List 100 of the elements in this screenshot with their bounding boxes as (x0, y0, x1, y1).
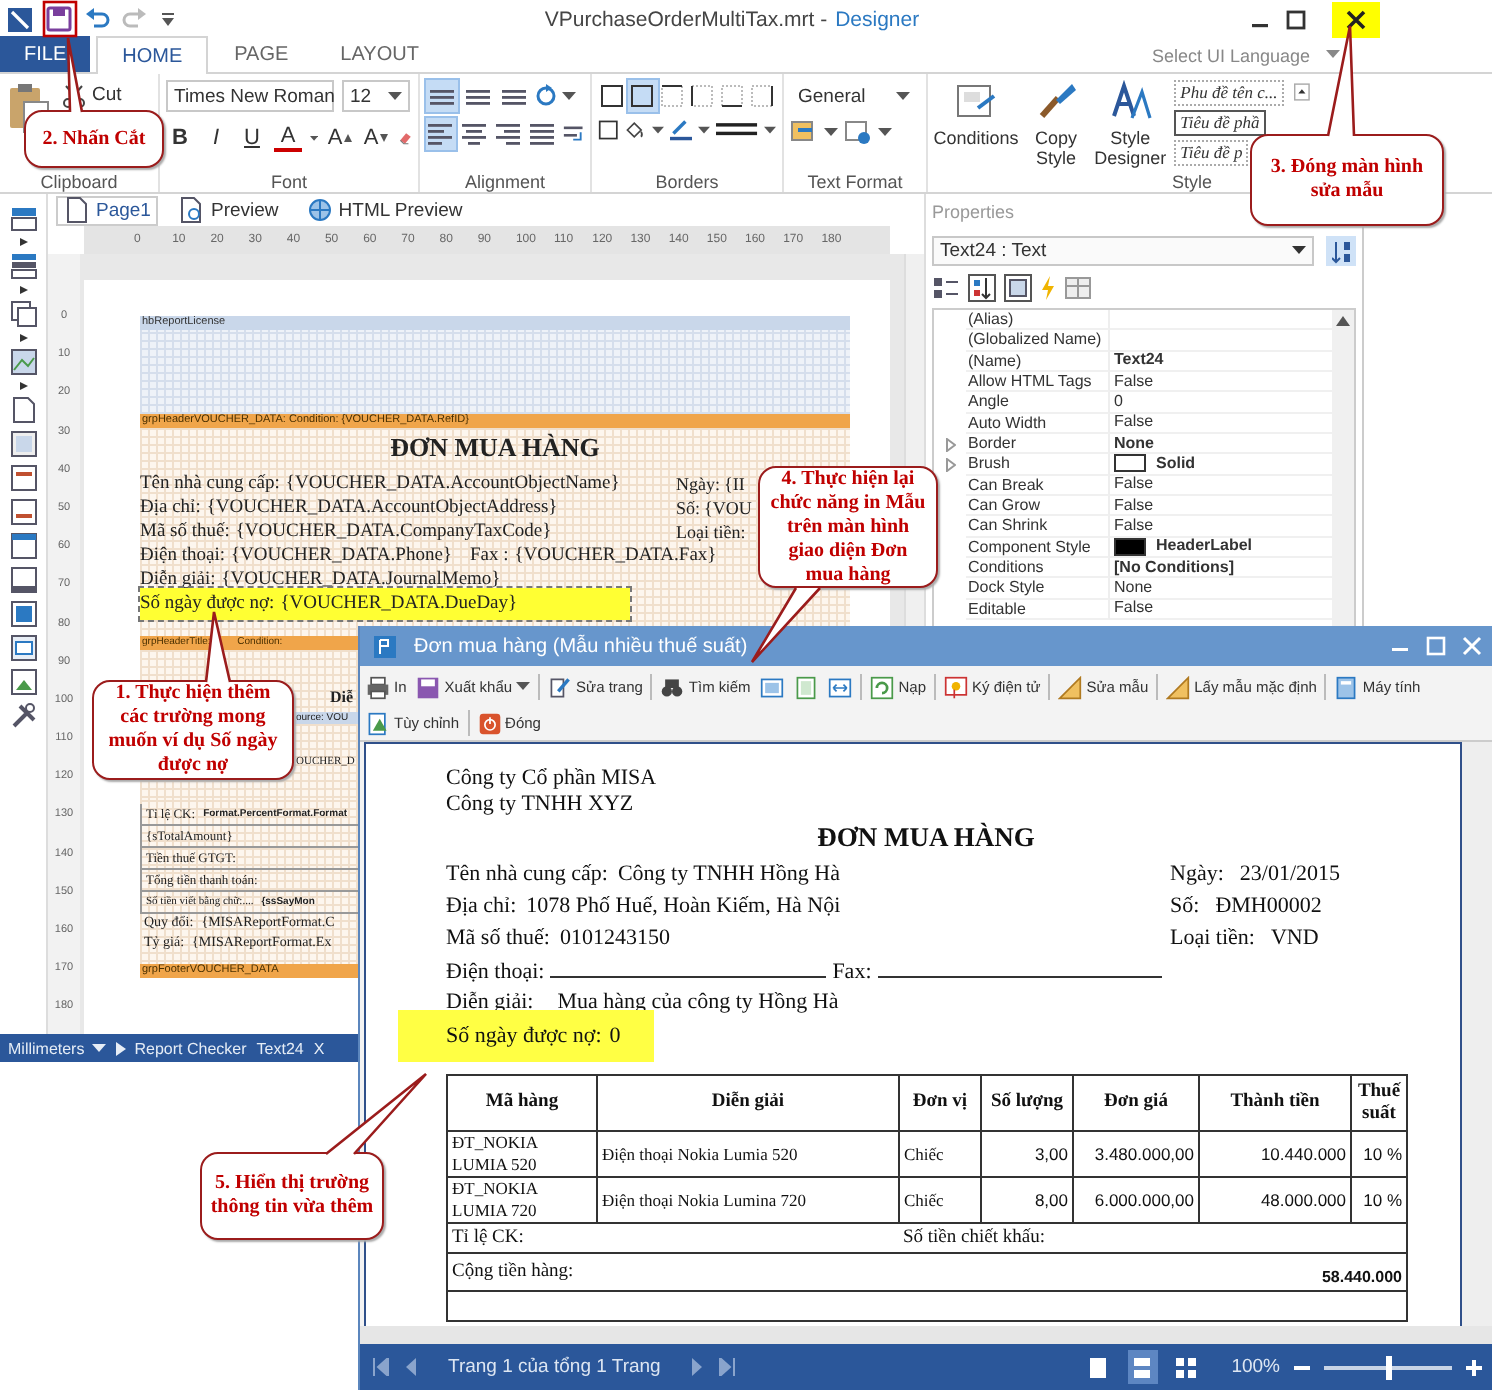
fill-bucket-icon[interactable] (624, 118, 646, 142)
copy-style-button[interactable]: Copy Style (1026, 80, 1087, 168)
ribbon-tab[interactable]: FILE (0, 36, 91, 72)
border-button[interactable] (746, 80, 776, 112)
align-button[interactable] (493, 118, 524, 150)
component-icon[interactable] (9, 396, 37, 424)
grow-font-button[interactable]: A (326, 122, 355, 154)
close-icon[interactable] (1462, 636, 1482, 656)
save-icon[interactable] (46, 6, 72, 32)
border-icon[interactable] (598, 118, 619, 142)
font-color-button[interactable]: A (274, 124, 302, 152)
shrink-font-button[interactable]: A (362, 122, 391, 154)
view-tab[interactable]: Page1 (56, 195, 159, 225)
font-size-dropdown[interactable]: 12 (342, 80, 410, 112)
expand-arrow-icon[interactable] (19, 238, 27, 246)
view-tab[interactable]: HTML Preview (298, 195, 471, 225)
underline-button[interactable]: U (238, 122, 266, 154)
zoom-in-icon[interactable] (1466, 1359, 1482, 1375)
bold-button[interactable]: B (166, 122, 194, 154)
align-button[interactable] (426, 118, 456, 150)
sort-button[interactable] (1326, 236, 1356, 266)
component-icon[interactable] (9, 566, 37, 594)
component-icon[interactable] (9, 300, 37, 328)
caret-icon (92, 1043, 107, 1053)
style-item[interactable]: Tiêu đề p (1174, 140, 1249, 166)
view-mode-button[interactable] (1127, 1350, 1158, 1384)
field-value: 1078 Phố Huế, Hoàn Kiếm, Hà Nội (526, 892, 841, 922)
property-value: False (1110, 495, 1332, 517)
style-designer-button[interactable]: Style Designer (1094, 80, 1167, 168)
word-wrap-icon[interactable] (561, 122, 585, 146)
column-header: Mã hàng (447, 1075, 597, 1131)
last-page-icon[interactable] (718, 1358, 737, 1376)
property-name: (Name) (966, 351, 1110, 372)
close-button[interactable] (1332, 1, 1380, 37)
categorized-icon[interactable] (932, 276, 960, 300)
expand-arrow-icon[interactable] (19, 286, 27, 294)
expand-arrow-icon[interactable] (19, 382, 27, 390)
ribbon-tab[interactable]: PAGE (208, 36, 315, 72)
previous-page-icon[interactable] (404, 1358, 418, 1376)
font-name-dropdown[interactable]: Times New Roman (166, 80, 334, 112)
format-icon[interactable] (790, 120, 818, 144)
view-button[interactable] (792, 672, 821, 702)
component-icon[interactable] (9, 634, 37, 662)
language-dropdown[interactable]: Select UI Language (1151, 38, 1340, 72)
rotate-icon[interactable] (534, 84, 558, 108)
summary-label: Cộng tiền hàng: (452, 1259, 574, 1285)
align-button[interactable] (527, 118, 558, 150)
view-tab[interactable]: Preview (170, 195, 287, 225)
format-icon[interactable] (844, 120, 872, 144)
property-name: Can Break (966, 475, 1110, 496)
tools-icon[interactable] (9, 702, 37, 730)
expand-arrow-icon[interactable] (19, 334, 27, 342)
component-icon[interactable] (9, 430, 37, 458)
field-label: Số ngày được nợ: (446, 1022, 602, 1052)
property-value: False (1110, 413, 1332, 434)
component-icon[interactable] (9, 498, 37, 526)
ribbon-tab[interactable]: HOME (96, 36, 209, 74)
component-icon[interactable] (9, 204, 37, 232)
close-icon (1346, 9, 1366, 29)
component-icon[interactable] (9, 252, 37, 280)
component-icon[interactable] (9, 668, 37, 696)
line-style-icon[interactable] (716, 120, 758, 140)
line-color-icon[interactable] (669, 118, 693, 142)
next-page-icon[interactable] (690, 1358, 705, 1376)
field-label: Fax : (469, 544, 509, 568)
border-button[interactable] (598, 80, 628, 112)
power-icon (477, 711, 502, 735)
object-dropdown[interactable]: Text24 : Text (932, 236, 1314, 266)
maximize-icon[interactable] (1284, 7, 1308, 31)
border-button[interactable] (657, 80, 687, 112)
style-item[interactable]: Phu đề tên c... (1174, 80, 1284, 106)
align-button[interactable] (459, 118, 490, 150)
caret-icon (698, 125, 711, 135)
italic-button[interactable]: I (202, 122, 230, 154)
scroll-up-icon[interactable] (1294, 80, 1310, 104)
conditions-button[interactable]: Conditions (934, 80, 1018, 168)
property-page-icon[interactable] (1004, 274, 1032, 302)
component-icon[interactable] (9, 348, 37, 376)
property-value: Text24 (1110, 351, 1332, 372)
first-page-icon[interactable] (372, 1358, 390, 1376)
property-name: Component Style (966, 537, 1110, 558)
page-view-icon (794, 675, 819, 699)
caret-icon (562, 91, 576, 101)
component-icon[interactable] (9, 600, 37, 628)
border-button[interactable] (627, 80, 658, 112)
border-button[interactable] (716, 80, 747, 112)
slider-thumb[interactable] (1385, 1355, 1391, 1379)
undo-icon[interactable] (84, 6, 110, 32)
ribbon-tab[interactable]: LAYOUT (314, 36, 445, 72)
component-icon[interactable] (9, 464, 37, 492)
style-item[interactable]: Tiêu đề phầ (1174, 110, 1266, 136)
customize-icon[interactable] (160, 11, 176, 27)
column-header: Diễn giải (597, 1075, 899, 1131)
scroll-up-icon[interactable] (1336, 316, 1350, 326)
align-button[interactable] (426, 80, 458, 112)
component-icon[interactable] (9, 532, 37, 560)
sort-icon[interactable] (968, 274, 996, 302)
border-button[interactable] (686, 80, 717, 112)
grid-icon[interactable] (1064, 276, 1092, 300)
field-label: Mã số thuế: (140, 520, 230, 544)
